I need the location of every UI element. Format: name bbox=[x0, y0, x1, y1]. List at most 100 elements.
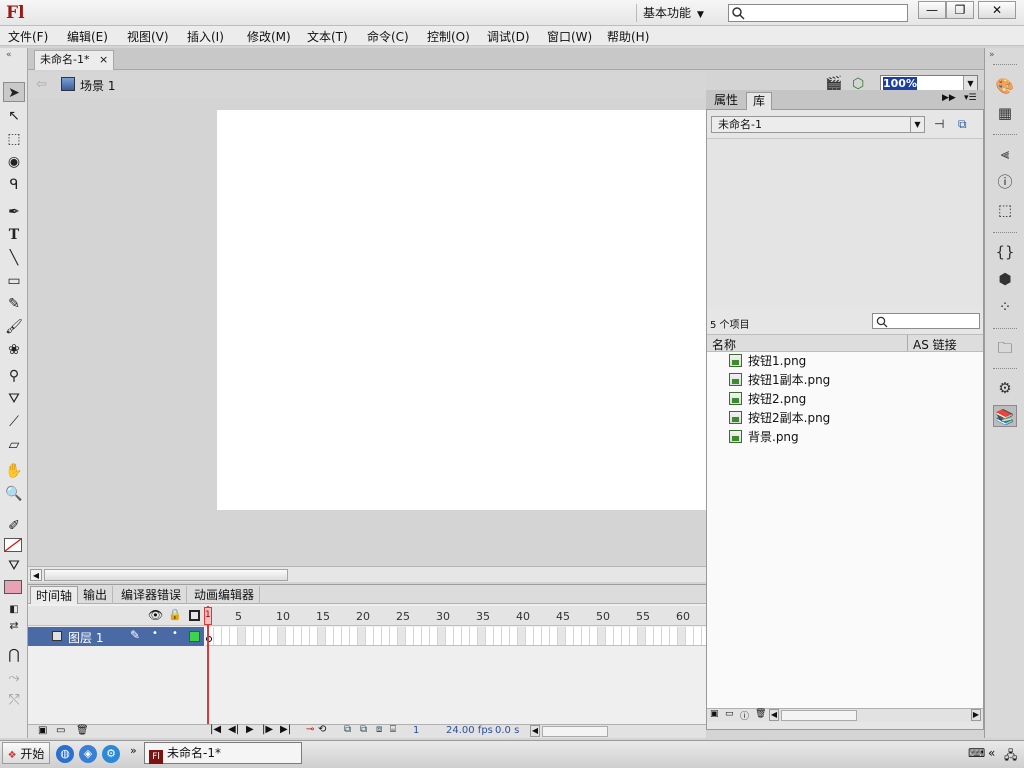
timeline-scroll-thumb[interactable] bbox=[542, 726, 608, 737]
layer-name[interactable]: 图层 1 bbox=[68, 629, 103, 646]
back-arrow-icon[interactable]: ⇦ bbox=[36, 77, 47, 92]
stroke-color-icon[interactable]: ✐ bbox=[3, 516, 25, 536]
minimize-button[interactable]: — bbox=[918, 1, 946, 19]
straighten-icon[interactable]: ⤲ bbox=[3, 690, 25, 710]
scroll-left-arrow-icon[interactable]: ◀ bbox=[530, 725, 540, 737]
edit-multiple-frames-icon[interactable]: ⧈ bbox=[376, 724, 382, 735]
library-item[interactable]: 按钮1副本.png bbox=[729, 371, 830, 390]
stroke-color-swatch[interactable] bbox=[4, 538, 22, 552]
scroll-thumb[interactable] bbox=[44, 569, 288, 581]
new-library-panel-icon[interactable]: ⧉ bbox=[958, 117, 967, 132]
info-panel-icon[interactable]: ⓘ bbox=[993, 171, 1017, 193]
start-button[interactable]: ❖ 开始 bbox=[2, 742, 50, 764]
onion-outline-icon[interactable]: ⧉ bbox=[360, 724, 367, 735]
first-frame-icon[interactable]: |◀ bbox=[210, 724, 221, 735]
menu-window[interactable]: 窗口(W) bbox=[547, 28, 592, 45]
document-tab[interactable]: 未命名-1* × bbox=[34, 50, 114, 70]
menu-control[interactable]: 控制(O) bbox=[427, 28, 470, 45]
onion-markers-icon[interactable]: ⌸ bbox=[390, 724, 396, 735]
delete-layer-icon[interactable]: 🗑 bbox=[76, 725, 89, 736]
layer-row[interactable]: 图层 1 ✎ • • bbox=[28, 627, 204, 646]
onion-skin-icon[interactable]: ⧉ bbox=[344, 724, 351, 735]
restore-button[interactable]: ❐ bbox=[946, 1, 974, 19]
library-item[interactable]: 按钮2.png bbox=[729, 390, 806, 409]
lasso-tool-icon[interactable]: ᑫ bbox=[3, 175, 25, 195]
selection-tool-icon[interactable]: ➤ bbox=[3, 82, 25, 102]
keyboard-icon[interactable]: ⌨ bbox=[968, 746, 985, 760]
close-tab-icon[interactable]: × bbox=[99, 53, 108, 66]
playhead-handle[interactable]: 1 bbox=[204, 607, 212, 625]
menu-commands[interactable]: 命令(C) bbox=[367, 28, 409, 45]
menu-insert[interactable]: 插入(I) bbox=[187, 28, 224, 45]
menu-file[interactable]: 文件(F) bbox=[8, 28, 48, 45]
column-name[interactable]: 名称 bbox=[712, 336, 736, 353]
subselection-tool-icon[interactable]: ↖ bbox=[3, 106, 25, 126]
workspace-switcher[interactable]: 基本功能 ▼ bbox=[636, 4, 714, 22]
components-panel-icon[interactable]: ⬢ bbox=[993, 268, 1017, 290]
tray-expand-icon[interactable]: « bbox=[988, 746, 995, 760]
fill-color-icon[interactable]: ⛛ bbox=[3, 556, 25, 576]
close-button[interactable]: ✕ bbox=[978, 1, 1016, 19]
deco-tool-icon[interactable]: ❀ bbox=[3, 340, 25, 360]
transform-panel-icon[interactable]: ⬚ bbox=[993, 199, 1017, 221]
tab-compiler-errors[interactable]: 编译器错误 bbox=[116, 586, 188, 605]
fps-readout[interactable]: 24.00 fps bbox=[446, 725, 493, 736]
chevron-down-icon[interactable]: ▼ bbox=[963, 76, 977, 91]
visibility-dot-icon[interactable]: • bbox=[152, 628, 158, 639]
align-panel-icon[interactable]: ⫷ bbox=[993, 143, 1017, 165]
paint-bucket-tool-icon[interactable]: ⛛ bbox=[3, 389, 25, 409]
frame-grid[interactable] bbox=[206, 627, 706, 646]
eraser-tool-icon[interactable]: ▱ bbox=[3, 435, 25, 455]
bone-tool-icon[interactable]: ⚲ bbox=[3, 366, 25, 386]
play-icon[interactable]: ▶ bbox=[246, 724, 254, 735]
last-frame-icon[interactable]: ▶| bbox=[280, 724, 291, 735]
pen-tool-icon[interactable]: ✒ bbox=[3, 202, 25, 222]
eyedropper-tool-icon[interactable]: ⟋ bbox=[3, 412, 25, 432]
new-symbol-icon[interactable]: ▣ bbox=[710, 709, 719, 719]
outline-icon[interactable] bbox=[189, 610, 200, 621]
scroll-left-arrow-icon[interactable]: ◀ bbox=[769, 709, 779, 721]
chrome-icon[interactable]: ◍ bbox=[56, 745, 74, 763]
settings-icon[interactable]: ⚙ bbox=[102, 745, 120, 763]
delete-icon[interactable]: 🗑 bbox=[755, 709, 766, 719]
new-folder-icon[interactable]: ▭ bbox=[56, 725, 65, 736]
lock-icon[interactable]: 🔒 bbox=[168, 608, 182, 621]
menu-debug[interactable]: 调试(D) bbox=[487, 28, 530, 45]
stage-horizontal-scrollbar[interactable]: ◀ bbox=[28, 566, 706, 582]
lock-dot-icon[interactable]: • bbox=[172, 628, 178, 639]
eye-icon[interactable]: 👁 bbox=[148, 608, 163, 622]
collapse-panel-icon[interactable]: ▶▶ bbox=[942, 93, 956, 103]
loop-icon[interactable]: ⟲ bbox=[318, 724, 326, 735]
menu-view[interactable]: 视图(V) bbox=[127, 28, 169, 45]
swatches-panel-icon[interactable]: ▦ bbox=[993, 102, 1017, 124]
color-panel-icon[interactable]: 🎨 bbox=[993, 75, 1017, 97]
center-frame-icon[interactable]: ⊸ bbox=[306, 724, 314, 735]
step-forward-icon[interactable]: |▶ bbox=[262, 724, 273, 735]
new-layer-icon[interactable]: ▣ bbox=[38, 725, 47, 736]
library-search-input[interactable] bbox=[872, 313, 980, 329]
panel-menu-icon[interactable]: ▾☰ bbox=[964, 93, 977, 103]
menu-text[interactable]: 文本(T) bbox=[307, 28, 348, 45]
brush-tool-icon[interactable]: 🖌 bbox=[3, 317, 25, 337]
scene-label[interactable]: 场景 1 bbox=[80, 77, 115, 94]
tab-output[interactable]: 输出 bbox=[78, 586, 114, 605]
chevron-down-icon[interactable]: ▼ bbox=[910, 117, 924, 132]
text-tool-icon[interactable]: T bbox=[3, 225, 25, 245]
fill-color-swatch[interactable] bbox=[4, 580, 22, 594]
library-item[interactable]: 背景.png bbox=[729, 428, 799, 447]
column-as-linkage[interactable]: AS 链接 bbox=[913, 336, 957, 353]
actions-panel-icon[interactable]: {} bbox=[993, 241, 1017, 263]
line-tool-icon[interactable]: ╲ bbox=[3, 248, 25, 268]
swap-colors-icon[interactable]: ⇄ bbox=[3, 616, 25, 636]
rectangle-tool-icon[interactable]: ▭ bbox=[3, 271, 25, 291]
smooth-icon[interactable]: ⤳ bbox=[3, 668, 25, 688]
library-scroll-thumb[interactable] bbox=[781, 710, 857, 721]
free-transform-tool-icon[interactable]: ⬚ bbox=[3, 129, 25, 149]
help-search-input[interactable] bbox=[728, 4, 908, 22]
menu-modify[interactable]: 修改(M) bbox=[247, 28, 291, 45]
menu-edit[interactable]: 编辑(E) bbox=[67, 28, 108, 45]
library-item[interactable]: 按钮1.png bbox=[729, 352, 806, 371]
movie-explorer-icon[interactable]: ⚙ bbox=[993, 377, 1017, 399]
quicklaunch-overflow-icon[interactable]: » bbox=[130, 744, 137, 757]
expand-arrows-icon[interactable]: » bbox=[989, 50, 995, 60]
